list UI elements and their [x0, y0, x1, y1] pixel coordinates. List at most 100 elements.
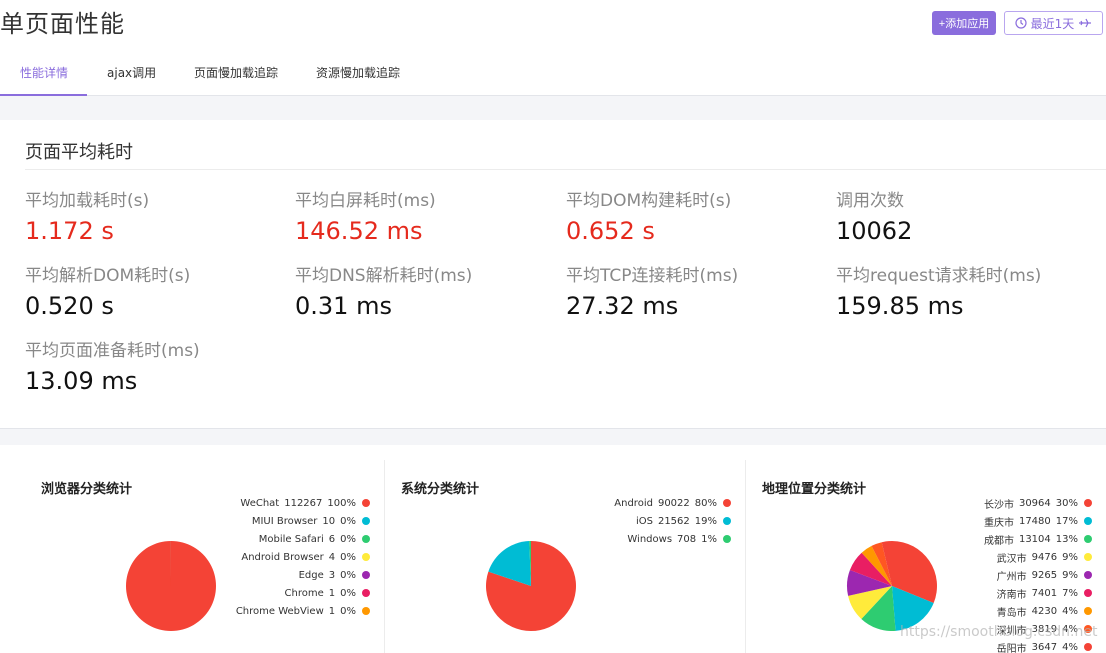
legend-count: 1: [328, 605, 336, 617]
legend-item[interactable]: 长沙市 30964 30%: [984, 494, 1092, 512]
legend-count: 10: [322, 515, 336, 527]
legend-item[interactable]: MIUI Browser 10 0%: [236, 512, 370, 530]
legend-count: 90022: [657, 497, 690, 509]
metric-label: 调用次数: [836, 191, 904, 211]
metric-avg-white-screen: 平均白屏耗时(ms) 146.52 ms: [295, 186, 436, 245]
metric-label: 平均页面准备耗时(ms): [25, 341, 200, 361]
legend-count: 708: [677, 533, 697, 545]
legend-item[interactable]: 成都市 13104 13%: [984, 530, 1092, 548]
top-bar: 单页面性能 +添加应用 最近1天 性能详情 ajax调用 页面慢加载追踪 资源慢…: [0, 0, 1106, 96]
legend-percent: 0%: [340, 569, 356, 581]
legend-count: 9476: [1031, 551, 1058, 563]
legend-percent: 17%: [1055, 515, 1078, 527]
os-legend: Android 90022 80% iOS 21562 19% Windows 708 1%: [614, 494, 731, 548]
add-app-button[interactable]: +添加应用: [932, 11, 996, 35]
location-pie-chart: [847, 541, 937, 631]
metric-value: 0.520 s: [25, 292, 114, 320]
legend-swatch: [1084, 499, 1092, 507]
legend-swatch: [362, 535, 370, 543]
legend-count: 13104: [1018, 533, 1051, 545]
legend-item[interactable]: 青岛市 4230 4%: [984, 602, 1092, 620]
distribution-stats: 浏览器分类统计 WeChat 112267 100% MIUI Browser 10 0%…: [0, 445, 1106, 653]
metric-label: 平均DNS解析耗时(ms): [295, 266, 473, 286]
time-range-button[interactable]: 最近1天: [1004, 11, 1103, 35]
legend-percent: 0%: [340, 551, 356, 563]
legend-percent: 4%: [1062, 641, 1078, 653]
legend-label: 济南市: [996, 589, 1027, 601]
legend-label: Android: [614, 497, 653, 509]
legend-label: 成都市: [983, 535, 1014, 547]
legend-item[interactable]: Windows 708 1%: [614, 530, 731, 548]
metric-avg-page-prep: 平均页面准备耗时(ms) 13.09 ms: [25, 336, 200, 395]
legend-item[interactable]: Android Browser 4 0%: [236, 548, 370, 566]
legend-percent: 0%: [340, 533, 356, 545]
legend-label: Chrome WebView: [235, 605, 324, 617]
legend-item[interactable]: Edge 3 0%: [236, 566, 370, 584]
legend-percent: 9%: [1062, 551, 1078, 563]
metric-avg-dom-parse: 平均解析DOM耗时(s) 0.520 s: [25, 261, 190, 320]
legend-item[interactable]: Chrome WebView 1 0%: [236, 602, 370, 620]
tab-resource-slow-load[interactable]: 资源慢加载追踪: [316, 64, 400, 81]
legend-percent: 13%: [1055, 533, 1078, 545]
legend-percent: 4%: [1062, 605, 1078, 617]
page-title: 单页面性能: [0, 10, 125, 38]
legend-item[interactable]: 岳阳市 3647 4%: [984, 638, 1092, 653]
chart-title: 地理位置分类统计: [762, 482, 867, 497]
legend-percent: 80%: [694, 497, 717, 509]
metric-value: 27.32 ms: [566, 292, 679, 320]
legend-count: 3: [328, 569, 336, 581]
tab-bar: 性能详情 ajax调用 页面慢加载追踪 资源慢加载追踪: [0, 54, 600, 96]
legend-swatch: [362, 589, 370, 597]
browser-stats-panel: 浏览器分类统计 WeChat 112267 100% MIUI Browser 10 0%…: [25, 460, 384, 653]
legend-label: Android Browser: [241, 551, 324, 563]
legend-label: 长沙市: [983, 499, 1014, 511]
legend-item[interactable]: iOS 21562 19%: [614, 512, 731, 530]
metric-label: 平均加载耗时(s): [25, 191, 150, 211]
legend-label: 岳阳市: [996, 643, 1027, 653]
metric-value: 0.652 s: [566, 217, 655, 245]
legend-percent: 0%: [340, 587, 356, 599]
metric-value: 159.85 ms: [836, 292, 964, 320]
legend-swatch: [723, 535, 731, 543]
legend-item[interactable]: WeChat 112267 100%: [236, 494, 370, 512]
chart-title: 系统分类统计: [401, 482, 480, 497]
watermark: https://smoothblog.csdn.net: [900, 624, 1098, 640]
legend-item[interactable]: Chrome 1 0%: [236, 584, 370, 602]
legend-item[interactable]: Android 90022 80%: [614, 494, 731, 512]
metric-label: 平均TCP连接耗时(ms): [566, 266, 739, 286]
legend-swatch: [1084, 517, 1092, 525]
legend-label: 青岛市: [996, 607, 1027, 619]
legend-count: 6: [328, 533, 336, 545]
legend-percent: 19%: [694, 515, 717, 527]
legend-item[interactable]: 武汉市 9476 9%: [984, 548, 1092, 566]
legend-count: 9265: [1031, 569, 1058, 581]
performance-card: 页面平均耗时 平均加载耗时(s) 1.172 s 平均白屏耗时(ms) 146.…: [0, 120, 1106, 429]
legend-swatch: [362, 607, 370, 615]
legend-label: 广州市: [996, 571, 1027, 583]
metric-avg-load: 平均加载耗时(s) 1.172 s: [25, 186, 149, 245]
legend-swatch: [362, 517, 370, 525]
legend-item[interactable]: 广州市 9265 9%: [984, 566, 1092, 584]
tab-page-slow-load[interactable]: 页面慢加载追踪: [194, 64, 278, 81]
legend-swatch: [723, 499, 731, 507]
legend-item[interactable]: Mobile Safari 6 0%: [236, 530, 370, 548]
metric-avg-request: 平均request请求耗时(ms) 159.85 ms: [836, 261, 1041, 320]
legend-label: Windows: [627, 533, 673, 545]
legend-count: 112267: [284, 497, 323, 509]
metric-label: 平均白屏耗时(ms): [295, 191, 436, 211]
legend-label: Edge: [298, 569, 324, 581]
legend-swatch: [1084, 643, 1092, 651]
legend-swatch: [1084, 571, 1092, 579]
legend-item[interactable]: 重庆市 17480 17%: [984, 512, 1092, 530]
legend-count: 30964: [1018, 497, 1051, 509]
legend-item[interactable]: 济南市 7401 7%: [984, 584, 1092, 602]
metric-value: 146.52 ms: [295, 217, 423, 245]
legend-label: 武汉市: [996, 553, 1027, 565]
legend-percent: 1%: [701, 533, 717, 545]
tab-performance-details[interactable]: 性能详情: [20, 64, 68, 81]
tab-ajax-calls[interactable]: ajax调用: [107, 64, 156, 81]
legend-swatch: [1084, 607, 1092, 615]
legend-label: 重庆市: [983, 517, 1014, 529]
section-title: 页面平均耗时: [25, 142, 133, 163]
legend-percent: 0%: [340, 605, 356, 617]
